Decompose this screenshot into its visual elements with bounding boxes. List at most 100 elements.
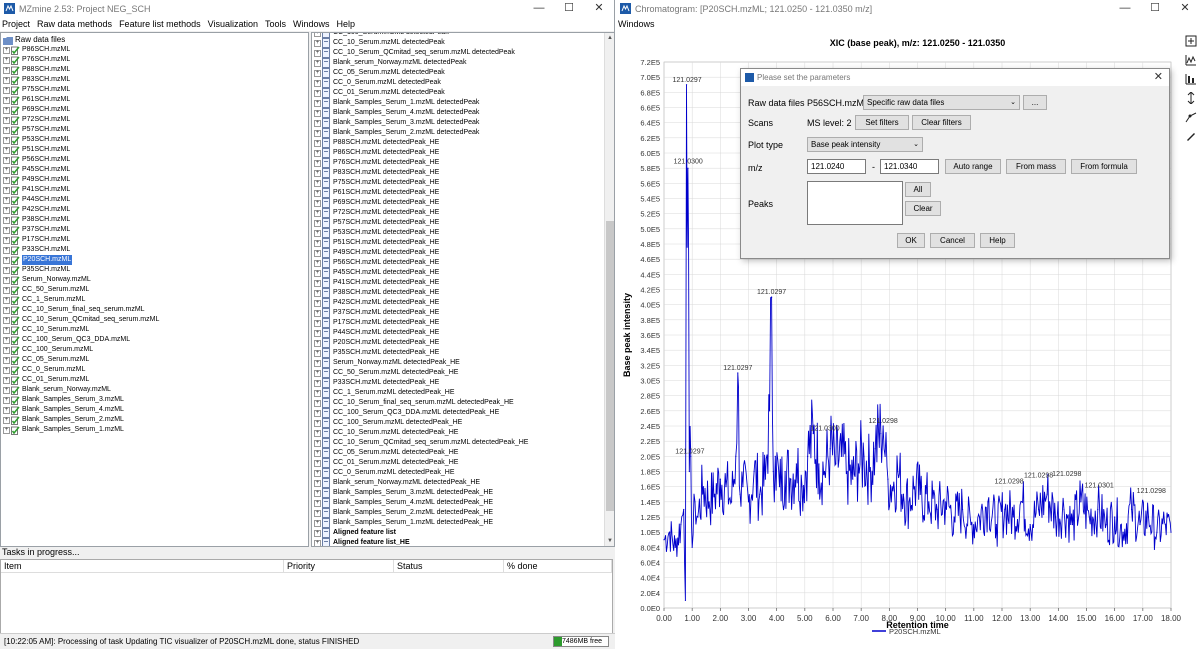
- fit-range-icon[interactable]: [1184, 34, 1198, 48]
- expand-icon[interactable]: +: [3, 86, 10, 94]
- expand-icon[interactable]: +: [3, 176, 10, 184]
- raw-data-files-tree[interactable]: Raw data files + P86SCH.mzML + P76SCH.mzML +…: [0, 32, 309, 547]
- maximize-button[interactable]: ☐: [554, 0, 584, 17]
- feature-list-item[interactable]: + Blank_serum_Norway.mzML detectedPeak_HE: [314, 478, 480, 488]
- plot-type-combo[interactable]: Base peak intensity ⌄: [807, 137, 923, 152]
- mz-max-input[interactable]: 121.0340: [880, 159, 939, 174]
- menu-tools[interactable]: Tools: [265, 19, 286, 29]
- feature-list-item[interactable]: + Blank_Samples_Serum_2.mzML detectedPeak…: [314, 508, 493, 518]
- expand-icon[interactable]: +: [3, 276, 10, 284]
- expand-icon[interactable]: +: [314, 129, 321, 137]
- raw-file-item[interactable]: + Blank_Samples_Serum_2.mzML: [3, 415, 124, 425]
- feature-list-item[interactable]: + P75SCH.mzML detectedPeak_HE: [314, 178, 439, 188]
- raw-file-item[interactable]: + P41SCH.mzML: [3, 185, 70, 195]
- column-status[interactable]: Status: [394, 560, 504, 573]
- auto-range-button[interactable]: Auto range: [945, 159, 1001, 174]
- feature-list-item[interactable]: + CC_100_Serum.mzML detectedPeak: [314, 33, 449, 38]
- feature-list-item[interactable]: + CC_10_Serum.mzML detectedPeak: [314, 38, 445, 48]
- chromatogram-titlebar[interactable]: Chromatogram: [P20SCH.mzML; 121.0250 - 1…: [616, 0, 1200, 17]
- expand-icon[interactable]: +: [314, 479, 321, 487]
- expand-icon[interactable]: +: [314, 249, 321, 257]
- expand-icon[interactable]: +: [314, 299, 321, 307]
- expand-icon[interactable]: +: [3, 266, 10, 274]
- menu-help[interactable]: Help: [337, 19, 356, 29]
- select-all-peaks-button[interactable]: All: [905, 182, 931, 197]
- raw-file-item[interactable]: + P17SCH.mzML: [3, 235, 70, 245]
- expand-icon[interactable]: +: [3, 56, 10, 64]
- raw-file-item[interactable]: + P38SCH.mzML: [3, 215, 70, 225]
- column-percent-done[interactable]: % done: [504, 560, 612, 573]
- expand-icon[interactable]: +: [3, 186, 10, 194]
- ok-button[interactable]: OK: [897, 233, 925, 248]
- dialog-titlebar[interactable]: Please set the parameters ✕: [741, 69, 1169, 86]
- expand-icon[interactable]: +: [3, 406, 10, 414]
- expand-icon[interactable]: +: [3, 386, 10, 394]
- expand-icon[interactable]: +: [314, 269, 321, 277]
- raw-file-item[interactable]: + CC_01_Serum.mzML: [3, 375, 89, 385]
- expand-icon[interactable]: +: [314, 139, 321, 147]
- column-priority[interactable]: Priority: [284, 560, 394, 573]
- expand-icon[interactable]: +: [3, 296, 10, 304]
- raw-file-item[interactable]: + CC_0_Serum.mzML: [3, 365, 85, 375]
- raw-file-item[interactable]: + P75SCH.mzML: [3, 85, 70, 95]
- feature-list-item[interactable]: + CC_0_Serum.mzML detectedPeak: [314, 78, 441, 88]
- feature-list-item[interactable]: + P38SCH.mzML detectedPeak_HE: [314, 288, 439, 298]
- feature-list-item[interactable]: + P61SCH.mzML detectedPeak_HE: [314, 188, 439, 198]
- expand-icon[interactable]: +: [314, 229, 321, 237]
- expand-icon[interactable]: +: [314, 319, 321, 327]
- clear-peaks-button[interactable]: Clear: [905, 201, 941, 216]
- raw-data-selection-combo[interactable]: Specific raw data files ⌄: [863, 95, 1020, 110]
- raw-file-item[interactable]: + P57SCH.mzML: [3, 125, 70, 135]
- feature-list-item[interactable]: + P42SCH.mzML detectedPeak_HE: [314, 298, 439, 308]
- expand-icon[interactable]: +: [3, 196, 10, 204]
- expand-icon[interactable]: +: [314, 109, 321, 117]
- feature-list-item[interactable]: + CC_0_Serum.mzML detectedPeak_HE: [314, 468, 455, 478]
- feature-list-item[interactable]: + P20SCH.mzML detectedPeak_HE: [314, 338, 439, 348]
- expand-icon[interactable]: +: [3, 246, 10, 254]
- raw-file-item[interactable]: + P42SCH.mzML: [3, 205, 70, 215]
- feature-list-item[interactable]: + P45SCH.mzML detectedPeak_HE: [314, 268, 439, 278]
- expand-icon[interactable]: +: [314, 519, 321, 527]
- minimize-button[interactable]: —: [1110, 0, 1140, 17]
- feature-list-item[interactable]: + P86SCH.mzML detectedPeak_HE: [314, 148, 439, 158]
- expand-icon[interactable]: +: [3, 426, 10, 434]
- feature-list-item[interactable]: + P83SCH.mzML detectedPeak_HE: [314, 168, 439, 178]
- raw-file-item[interactable]: + Serum_Norway.mzML: [3, 275, 91, 285]
- raw-file-item[interactable]: + CC_05_Serum.mzML: [3, 355, 89, 365]
- feature-list-item[interactable]: + P88SCH.mzML detectedPeak_HE: [314, 138, 439, 148]
- expand-icon[interactable]: +: [314, 309, 321, 317]
- raw-file-item[interactable]: + CC_10_Serum_final_seq_serum.mzML: [3, 305, 145, 315]
- expand-icon[interactable]: +: [314, 49, 321, 57]
- feature-list-item[interactable]: + CC_100_Serum.mzML detectedPeak_HE: [314, 418, 462, 428]
- minimize-button[interactable]: —: [524, 0, 554, 17]
- raw-file-item[interactable]: + Blank_serum_Norway.mzML: [3, 385, 111, 395]
- raw-file-item[interactable]: + CC_1_Serum.mzML: [3, 295, 85, 305]
- expand-icon[interactable]: +: [314, 399, 321, 407]
- close-button[interactable]: ✕: [584, 0, 614, 17]
- raw-file-item[interactable]: + P56SCH.mzML: [3, 155, 70, 165]
- feature-lists-tree[interactable]: + Aligned feature list_HE + Aligned feature…: [311, 32, 615, 547]
- raw-file-item[interactable]: + Blank_Samples_Serum_3.mzML: [3, 395, 124, 405]
- raw-file-item[interactable]: + P72SCH.mzML: [3, 115, 70, 125]
- mz-min-input[interactable]: 121.0240: [807, 159, 866, 174]
- memory-indicator[interactable]: 7486MB free: [553, 636, 609, 647]
- raw-file-item[interactable]: + P61SCH.mzML: [3, 95, 70, 105]
- feature-list-item[interactable]: + P49SCH.mzML detectedPeak_HE: [314, 248, 439, 258]
- expand-icon[interactable]: +: [3, 216, 10, 224]
- data-points-icon[interactable]: [1184, 110, 1198, 124]
- expand-icon[interactable]: +: [314, 419, 321, 427]
- feature-list-item[interactable]: + CC_10_Serum_QCmitad_seq_serum.mzML dete…: [314, 438, 528, 448]
- cancel-button[interactable]: Cancel: [930, 233, 975, 248]
- scrollbar-thumb[interactable]: [606, 221, 614, 511]
- expand-icon[interactable]: +: [3, 356, 10, 364]
- feature-list-item[interactable]: + Blank_Samples_Serum_3.mzML detectedPeak: [314, 118, 479, 128]
- pencil-icon[interactable]: [1184, 129, 1198, 143]
- expand-icon[interactable]: +: [314, 219, 321, 227]
- raw-file-item[interactable]: + P33SCH.mzML: [3, 245, 70, 255]
- expand-icon[interactable]: +: [314, 39, 321, 47]
- expand-icon[interactable]: +: [3, 206, 10, 214]
- feature-list-item[interactable]: + Serum_Norway.mzML detectedPeak_HE: [314, 358, 460, 368]
- raw-file-item[interactable]: + CC_100_Serum_QC3_DDA.mzML: [3, 335, 130, 345]
- raw-file-item[interactable]: + Blank_Samples_Serum_4.mzML: [3, 405, 124, 415]
- raw-file-item[interactable]: + P83SCH.mzML: [3, 75, 70, 85]
